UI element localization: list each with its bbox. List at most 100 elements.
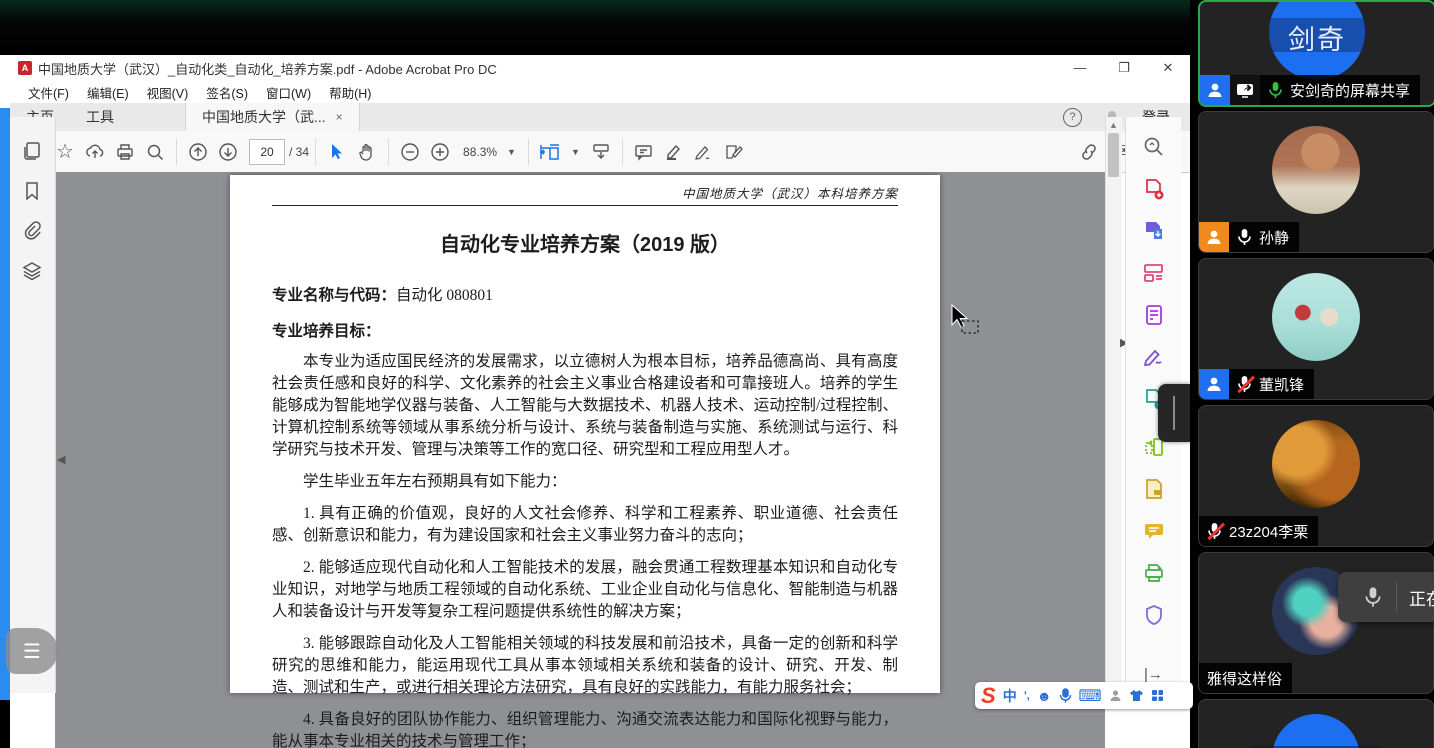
bookmarks-icon[interactable] [21, 180, 43, 202]
ime-emoji-icon[interactable]: ☻ [1037, 688, 1052, 704]
zoom-level-value[interactable]: 88.3% [463, 145, 497, 159]
zoom-out-icon[interactable] [395, 138, 425, 166]
scroll-up-icon[interactable]: ▲ [1109, 120, 1118, 130]
role-badge-icon [1199, 369, 1229, 399]
comment-panel-icon[interactable] [1142, 519, 1166, 543]
menu-help[interactable]: 帮助(H) [329, 83, 371, 102]
tab-document[interactable]: 中国地质大学（武... × [185, 103, 360, 131]
shared-screen-top-gap [0, 0, 1190, 55]
ime-punctuation-icon[interactable]: ’, [1024, 690, 1030, 702]
tab-tools[interactable]: 工具 [70, 103, 130, 131]
menu-bar: 文件(F) 编辑(E) 视图(V) 签名(S) 窗口(W) 帮助(H) [10, 81, 1190, 103]
minimize-button[interactable]: — [1058, 55, 1102, 81]
select-tool-icon[interactable] [322, 138, 352, 166]
sign-tool-icon[interactable] [689, 138, 719, 166]
speaking-label: 正在讲 [1409, 585, 1434, 610]
mic-muted-icon [1207, 522, 1222, 540]
avatar [1272, 126, 1360, 214]
menu-window[interactable]: 窗口(W) [266, 83, 311, 102]
acrobat-app-icon: A [18, 61, 32, 75]
paragraph: 学生毕业五年左右预期具有如下能力： [272, 471, 898, 493]
participant-tile[interactable]: 孙静 [1198, 111, 1434, 253]
previous-page-icon[interactable] [183, 138, 213, 166]
participant-tile[interactable]: 董凯锋 [1198, 258, 1434, 400]
scan-ocr-icon[interactable] [1142, 561, 1166, 585]
avatar [1272, 273, 1360, 361]
title-bar[interactable]: A 中国地质大学（武汉）_自动化类_自动化_培养方案.pdf - Adobe A… [10, 55, 1190, 81]
expand-tools-icon[interactable]: |→ [1144, 666, 1163, 683]
window-edge [0, 55, 10, 108]
export-pdf-icon[interactable] [1142, 219, 1166, 243]
participant-tile[interactable] [1198, 699, 1434, 748]
fit-width-icon[interactable] [535, 138, 565, 166]
ime-account-icon[interactable] [1109, 689, 1122, 702]
ime-language-mode[interactable]: 中 [1003, 686, 1017, 706]
background-window-edge [0, 108, 10, 700]
print-icon[interactable] [110, 138, 140, 166]
highlighter-icon[interactable] [659, 138, 689, 166]
role-badge-icon [1199, 222, 1229, 252]
create-pdf-icon[interactable] [1142, 177, 1166, 201]
fill-sign-icon[interactable] [719, 138, 749, 166]
attachments-icon[interactable] [21, 220, 43, 242]
participant-name: 董凯锋 [1259, 374, 1304, 395]
menu-edit[interactable]: 编辑(E) [87, 83, 129, 102]
mic-on-icon [1237, 228, 1252, 246]
share-link-icon[interactable] [1074, 138, 1104, 166]
rich-media-icon[interactable] [1142, 303, 1166, 327]
goal-heading: 专业培养目标： [272, 319, 898, 341]
zoom-dropdown-caret-icon[interactable]: ▼ [507, 147, 516, 157]
ime-voice-icon[interactable] [1059, 688, 1072, 703]
layers-icon[interactable] [21, 260, 43, 282]
hand-tool-icon[interactable] [352, 138, 382, 166]
menu-view[interactable]: 视图(V) [147, 83, 189, 102]
participant-tile-sharing[interactable]: 剑奇 安剑奇的屏幕共享 [1198, 0, 1434, 107]
page-number-input[interactable] [249, 139, 285, 165]
ime-toolbox-icon[interactable] [1151, 689, 1164, 702]
view-dropdown-caret-icon[interactable]: ▼ [571, 147, 580, 157]
document-viewport[interactable]: 中国地质大学（武汉）本科培养方案 自动化专业培养方案（2019 版） 专业名称与… [55, 172, 1105, 748]
next-page-icon[interactable] [213, 138, 243, 166]
mic-on-icon [1268, 81, 1283, 99]
close-button[interactable]: ✕ [1146, 55, 1190, 81]
menu-sign[interactable]: 签名(S) [206, 83, 248, 102]
menu-file[interactable]: 文件(F) [28, 83, 69, 102]
ime-toolbar[interactable]: S 中 ’, ☻ ⌨ [975, 682, 1193, 709]
participant-name: 安剑奇的屏幕共享 [1290, 80, 1410, 101]
role-badge-icon [1200, 75, 1230, 105]
tab-close-icon[interactable]: × [336, 103, 343, 131]
protect-icon[interactable] [1142, 603, 1166, 627]
major-name-code: 专业名称与代码：自动化 080801 [272, 283, 898, 305]
participant-tile[interactable]: 23z204李栗 [1198, 405, 1434, 547]
paragraph: 3. 能够跟踪自动化及人工智能相关领域的科技发展和前沿技术，具备一定的创新和科学… [272, 633, 898, 699]
pdf-page[interactable]: 中国地质大学（武汉）本科培养方案 自动化专业培养方案（2019 版） 专业名称与… [230, 175, 940, 693]
page-thumbnails-icon[interactable] [21, 140, 43, 162]
ime-keyboard-icon[interactable]: ⌨ [1079, 686, 1102, 706]
search-icon[interactable] [140, 138, 170, 166]
restore-button[interactable]: ❐ [1102, 55, 1146, 81]
help-icon[interactable]: ? [1063, 108, 1082, 127]
comment-tool-icon[interactable] [629, 138, 659, 166]
edit-pdf-icon[interactable] [1142, 261, 1166, 285]
sogou-logo-icon[interactable]: S [981, 682, 996, 709]
fill-and-sign-icon[interactable] [1142, 345, 1166, 369]
header-rule [272, 205, 898, 206]
window-title: 中国地质大学（武汉）_自动化类_自动化_培养方案.pdf - Adobe Acr… [38, 59, 497, 78]
page-header: 中国地质大学（武汉）本科培养方案 [272, 183, 898, 202]
meeting-panel-handle[interactable] [1158, 384, 1190, 442]
scrolling-mode-icon[interactable] [586, 138, 616, 166]
scrollbar-thumb[interactable] [1108, 133, 1119, 177]
toolbar: ☆ / 34 88.3% [10, 131, 1190, 173]
zoom-in-icon[interactable] [425, 138, 455, 166]
participant-name: 23z204李栗 [1229, 521, 1308, 542]
floating-list-button[interactable]: ☰ [6, 628, 58, 674]
ime-skin-icon[interactable] [1129, 689, 1144, 702]
request-signatures-icon[interactable] [1142, 477, 1166, 501]
mic-popup-icon [1364, 586, 1382, 608]
participant-name: 雅得这样俗 [1207, 668, 1282, 689]
marquee-zoom-icon[interactable] [1142, 135, 1166, 159]
mouse-cursor [946, 303, 986, 343]
collapse-rail-icon[interactable]: ◀ [57, 453, 65, 466]
pdf-scrollbar[interactable]: ▲ ▼ [1105, 117, 1122, 693]
cloud-upload-icon[interactable] [80, 138, 110, 166]
